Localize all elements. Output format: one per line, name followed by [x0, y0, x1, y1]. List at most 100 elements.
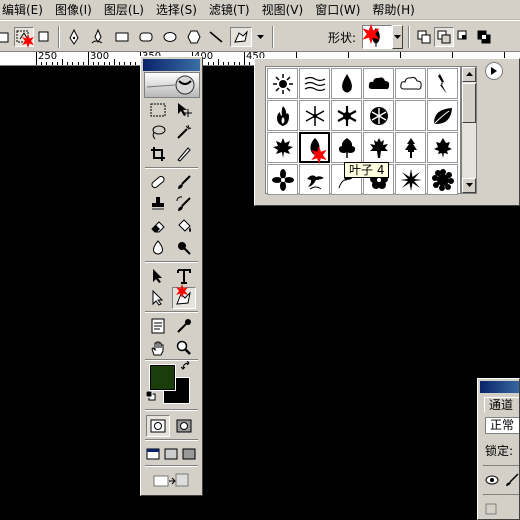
blur-tool[interactable] [146, 237, 170, 259]
shape-cell[interactable] [267, 132, 298, 163]
full-screen-button[interactable] [180, 443, 198, 465]
paths-mode-button[interactable] [14, 27, 34, 48]
options-separator [58, 26, 60, 48]
shape-cell[interactable] [363, 68, 394, 99]
rectangle-tool-button[interactable] [112, 27, 132, 47]
brush-tool[interactable] [172, 171, 196, 193]
move-tool[interactable] [172, 99, 196, 121]
shape-cell[interactable] [427, 68, 458, 99]
palette-scrollbar[interactable] [461, 66, 477, 194]
shape-layer-mode-button[interactable] [0, 27, 14, 47]
shape-cell[interactable] [395, 68, 426, 99]
fill-pixels-mode-button[interactable] [34, 27, 54, 47]
ruler-tick [228, 62, 229, 65]
shape-cell[interactable] [267, 68, 298, 99]
shape-dropdown-arrow[interactable] [392, 25, 403, 49]
lock-label: 锁定: [485, 444, 514, 458]
custom-shape-tool[interactable] [172, 284, 196, 309]
layers-title-bar[interactable] [480, 381, 519, 393]
ellipse-tool-button[interactable] [160, 27, 180, 47]
standard-screen-mode-button[interactable] [144, 443, 162, 465]
shape-cell[interactable] [427, 164, 458, 195]
healing-brush-tool[interactable] [146, 171, 170, 193]
polygon-tool-button[interactable] [184, 27, 204, 47]
toolbox-panel [140, 56, 203, 496]
lasso-tool[interactable] [146, 121, 170, 143]
shape-cell[interactable] [331, 100, 362, 131]
shape-cell[interactable] [363, 132, 394, 163]
toolbox-separator [145, 261, 198, 263]
menu-filter[interactable]: 滤镜(T) [203, 0, 256, 20]
eraser-tool[interactable] [146, 215, 170, 237]
custom-shape-tool-button[interactable] [230, 27, 252, 47]
pen-tool-button[interactable] [64, 27, 84, 47]
toolbox-title-bar[interactable] [143, 59, 200, 71]
zoom-tool[interactable] [172, 337, 196, 359]
shape-cell[interactable] [267, 164, 298, 195]
standard-mode-button[interactable] [146, 415, 170, 437]
ruler-tick [52, 62, 53, 65]
dodge-tool[interactable] [172, 237, 196, 259]
geometry-options-dropdown[interactable] [254, 27, 266, 47]
tab-channels[interactable]: 通道 [484, 397, 519, 413]
swap-colors-icon[interactable] [179, 359, 193, 373]
rounded-rectangle-tool-button[interactable] [136, 27, 156, 47]
magic-wand-tool[interactable] [172, 121, 196, 143]
photoshop-logo[interactable] [144, 72, 200, 98]
shape-cell[interactable] [299, 100, 330, 131]
shape-cell[interactable] [331, 68, 362, 99]
path-selection-tool[interactable] [146, 265, 170, 287]
menu-layer[interactable]: 图层(L) [98, 0, 150, 20]
clone-stamp-tool[interactable] [146, 193, 170, 215]
menu-select[interactable]: 选择(S) [150, 0, 203, 20]
hand-tool[interactable] [146, 337, 170, 359]
shape-cell[interactable] [331, 132, 362, 163]
quick-mask-mode-button[interactable] [172, 415, 196, 437]
layer-row[interactable] [483, 465, 519, 495]
menu-view[interactable]: 视图(V) [256, 0, 310, 20]
eye-icon[interactable] [485, 474, 499, 486]
line-tool-button[interactable] [206, 27, 226, 47]
slice-tool[interactable] [172, 143, 196, 165]
default-colors-icon[interactable] [145, 390, 157, 402]
eyedropper-tool[interactable] [172, 315, 196, 337]
shape-cell[interactable] [395, 164, 426, 195]
blend-mode-select[interactable]: 正常 [485, 417, 519, 434]
menu-window[interactable]: 窗口(W) [309, 0, 366, 20]
freeform-pen-button[interactable] [88, 27, 108, 47]
crop-tool[interactable] [146, 143, 170, 165]
shape-cell[interactable] [267, 100, 298, 131]
shape-cell[interactable] [427, 100, 458, 131]
palette-menu-button[interactable] [485, 62, 503, 80]
pen-tool[interactable] [146, 287, 170, 309]
full-screen-menu-button[interactable] [162, 443, 180, 465]
history-brush-tool[interactable] [172, 193, 196, 215]
link-icon[interactable] [485, 503, 497, 515]
menu-help[interactable]: 帮助(H) [366, 0, 420, 20]
shape-picker[interactable] [362, 24, 392, 49]
exclude-overlapping-button[interactable] [474, 27, 494, 47]
foreground-color-swatch[interactable] [149, 364, 176, 391]
scroll-down-arrow[interactable] [462, 178, 476, 193]
shape-cell[interactable] [427, 132, 458, 163]
scroll-up-arrow[interactable] [462, 67, 476, 82]
notes-tool[interactable] [146, 315, 170, 337]
shape-cell[interactable] [363, 100, 394, 131]
scroll-thumb[interactable] [462, 83, 476, 123]
jump-to-imageready-button[interactable] [149, 469, 193, 491]
highlight-burst-icon [176, 284, 188, 298]
shape-cell[interactable] [395, 100, 426, 131]
add-to-shape-area-button[interactable] [414, 27, 434, 47]
snowflake-icon [336, 105, 357, 126]
paint-bucket-tool[interactable] [172, 215, 196, 237]
shape-cell[interactable] [299, 164, 330, 195]
shape-cell[interactable] [395, 132, 426, 163]
marquee-tool[interactable] [146, 99, 170, 121]
shape-cell-selected[interactable] [299, 132, 330, 164]
intersect-shape-areas-button[interactable] [454, 27, 474, 47]
menu-edit[interactable]: 编辑(E) [0, 0, 49, 20]
shape-cell[interactable] [299, 68, 330, 99]
menu-image[interactable]: 图像(I) [49, 0, 98, 20]
subtract-shape-area-button[interactable] [434, 27, 454, 47]
lightning-icon [437, 73, 447, 94]
